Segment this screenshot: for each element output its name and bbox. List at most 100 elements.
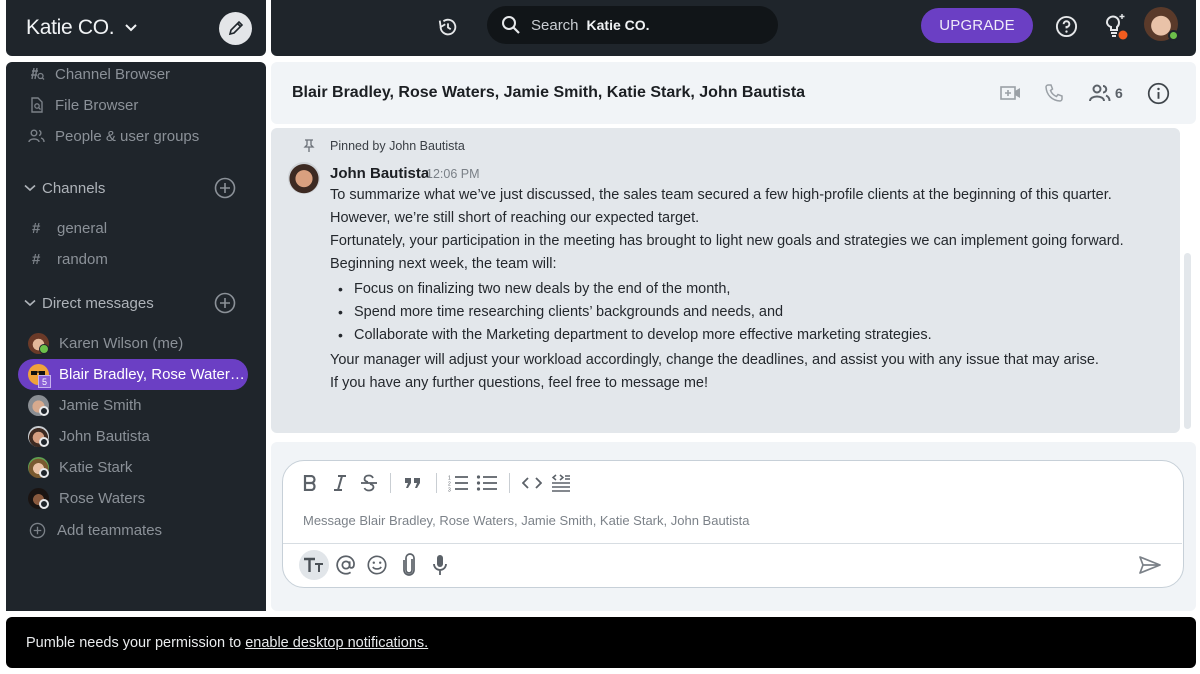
message-input[interactable] <box>303 510 1163 530</box>
channel-label: general <box>57 219 108 237</box>
add-channel-icon[interactable] <box>214 177 236 199</box>
sidebar-item-people[interactable]: People & user groups <box>6 122 266 150</box>
sidebar-item-channel-random[interactable]: # random <box>6 245 266 273</box>
bullet-icon: • <box>338 281 343 297</box>
attach-file-button[interactable] <box>394 550 424 580</box>
workspace-header: Katie CO. <box>6 0 266 56</box>
notification-banner: Pumble needs your permission to enable d… <box>6 617 1196 668</box>
online-status-icon <box>39 344 49 354</box>
numbered-list-button[interactable]: 123 <box>447 472 469 494</box>
sidebar-item-file-browser[interactable]: File Browser <box>6 91 266 119</box>
channels-section-header[interactable]: Channels <box>6 174 266 202</box>
voice-call-button[interactable] <box>1044 82 1064 104</box>
chevron-down-icon[interactable] <box>124 23 138 33</box>
help-button[interactable] <box>1053 13 1079 39</box>
sidebar-item-dm-jamie-smith[interactable]: Jamie Smith <box>6 391 266 419</box>
divider <box>390 473 391 493</box>
workspace-name[interactable]: Katie CO. <box>26 16 115 40</box>
dm-label: Karen Wilson (me) <box>59 334 184 352</box>
sidebar-item-channel-general[interactable]: # general <box>6 214 266 242</box>
offline-status-icon <box>39 499 49 509</box>
code-block-button[interactable] <box>550 472 572 494</box>
message-bullet: Focus on finalizing two new deals by the… <box>354 281 731 297</box>
message-author[interactable]: John Bautista <box>330 165 429 182</box>
phone-icon <box>1045 84 1063 102</box>
sidebar-item-dm-john-bautista[interactable]: John Bautista <box>6 422 266 450</box>
pin-icon <box>303 139 315 152</box>
search-bar[interactable]: Search Katie CO. <box>487 6 778 44</box>
group-count-badge: 5 <box>38 375 51 388</box>
channel-header: Blair Bradley, Rose Waters, Jamie Smith,… <box>271 62 1196 124</box>
paperclip-icon <box>403 553 415 576</box>
enable-notifications-link[interactable]: enable desktop notifications. <box>245 635 428 651</box>
dm-label: Rose Waters <box>59 489 146 507</box>
at-sign-icon <box>336 555 355 575</box>
whats-new-button[interactable] <box>1099 11 1129 41</box>
dm-label: Katie Stark <box>59 458 133 476</box>
history-icon <box>438 18 457 36</box>
channel-info-button[interactable] <box>1147 82 1170 104</box>
sidebar-item-label: Channel Browser <box>55 65 171 83</box>
message-composer: 123 <box>282 460 1184 588</box>
sidebar-item-channel-browser[interactable]: Channel Browser <box>6 62 266 88</box>
avatar[interactable] <box>288 162 320 194</box>
strikethrough-button[interactable] <box>358 472 380 494</box>
help-circle-icon <box>1055 15 1077 37</box>
send-button[interactable] <box>1135 550 1165 580</box>
channel-browser-icon <box>28 65 46 83</box>
video-call-button[interactable] <box>1000 82 1022 104</box>
chevron-down-icon <box>24 299 36 307</box>
notification-text: Pumble needs your permission to <box>26 634 242 651</box>
file-browser-icon <box>28 96 46 114</box>
dm-label: Jamie Smith <box>59 396 142 414</box>
code-icon <box>522 477 542 489</box>
sidebar-item-dm-karen-wilson[interactable]: Karen Wilson (me) <box>6 329 266 357</box>
pencil-icon <box>228 20 243 36</box>
bullet-list-button[interactable] <box>476 472 498 494</box>
video-camera-icon <box>1000 86 1020 100</box>
message-line: Beginning next week, the team will: <box>330 256 557 272</box>
online-status-icon <box>1168 30 1179 41</box>
offline-status-icon <box>39 406 49 416</box>
sidebar-item-dm-group[interactable]: 5 Blair Bradley, Rose Water… <box>6 360 266 388</box>
channel-title: Blair Bradley, Rose Waters, Jamie Smith,… <box>292 84 806 101</box>
message-line: Fortunately, your participation in the m… <box>330 233 1124 249</box>
bullet-list-icon <box>476 475 497 491</box>
lightbulb-icon <box>1106 14 1128 40</box>
members-button[interactable]: 6 <box>1089 82 1123 104</box>
italic-button[interactable] <box>329 472 351 494</box>
upgrade-button[interactable]: UPGRADE <box>921 8 1033 43</box>
offline-status-icon <box>39 437 49 447</box>
dm-section-header[interactable]: Direct messages <box>6 289 266 317</box>
scrollbar[interactable] <box>1184 253 1191 429</box>
compose-button[interactable] <box>219 11 252 45</box>
strikethrough-icon <box>361 474 377 492</box>
info-icon <box>1147 82 1170 104</box>
voice-message-button[interactable] <box>425 550 455 580</box>
people-icon <box>28 127 46 145</box>
add-dm-icon[interactable] <box>214 292 236 314</box>
pinned-indicator: Pinned by John Bautista <box>303 139 465 153</box>
sidebar-item-dm-katie-stark[interactable]: Katie Stark <box>6 453 266 481</box>
member-count: 6 <box>1115 85 1123 101</box>
history-button[interactable] <box>435 14 461 40</box>
text-style-icon <box>304 557 323 572</box>
text-formatting-toggle[interactable] <box>299 550 329 580</box>
sidebar-item-dm-rose-waters[interactable]: Rose Waters <box>6 484 266 512</box>
svg-text:3: 3 <box>448 488 451 493</box>
bold-button[interactable] <box>299 472 321 494</box>
inline-code-button[interactable] <box>521 472 543 494</box>
divider <box>509 473 510 493</box>
mention-button[interactable] <box>331 550 361 580</box>
sidebar: Channel Browser File Browser People & us… <box>6 62 266 611</box>
search-label: Search <box>531 16 579 34</box>
code-block-icon <box>551 474 570 492</box>
italic-icon <box>334 475 346 491</box>
quote-button[interactable] <box>402 472 424 494</box>
dm-section-label: Direct messages <box>42 294 154 312</box>
add-teammates-button[interactable]: Add teammates <box>6 516 266 544</box>
emoji-button[interactable] <box>362 550 392 580</box>
microphone-icon <box>433 555 447 575</box>
message-bullet: Collaborate with the Marketing departmen… <box>354 327 932 343</box>
channels-section-label: Channels <box>42 179 106 197</box>
